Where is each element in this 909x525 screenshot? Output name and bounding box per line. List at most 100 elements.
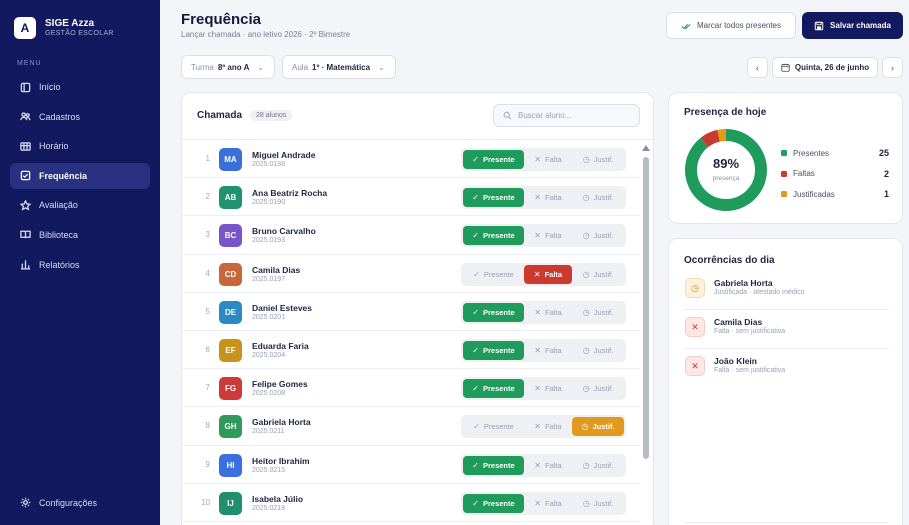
clock-icon: ◷	[582, 345, 590, 355]
occurrences-card: Ocorrências do dia ◷ Gabriela Horta Justif…	[668, 238, 903, 525]
brand[interactable]: A SIGE Azza GESTÃO ESCOLAR	[14, 17, 114, 39]
clock-icon: ◷	[582, 498, 590, 508]
present-label: Presente	[483, 384, 515, 394]
avatar: EF	[219, 338, 242, 362]
sidebar-item-inicio[interactable]: Início	[10, 74, 150, 100]
table-row: 7 FG Felipe Gomes 2025.0208 ✓ Presente ✕ Falta ◷…	[182, 369, 640, 408]
present-option[interactable]: ✓ Presente	[463, 340, 524, 360]
turma-select[interactable]: Turma 8º ano A ⌄	[181, 55, 275, 79]
check-icon: ✓	[472, 345, 479, 355]
attendance-toggle: ✓ Presente ✕ Falta ◷ Justif.	[461, 148, 626, 171]
present-option[interactable]: ✓ Presente	[463, 455, 524, 475]
present-option[interactable]: ✓ Presente	[463, 188, 524, 208]
present-option[interactable]: ✓ Presente	[463, 265, 524, 284]
close-icon: ✕	[534, 422, 541, 432]
justified-option[interactable]: ◷ Justif.	[572, 417, 624, 437]
occurrence-item[interactable]: ✕ João Klein Falta · sem justificativa	[684, 349, 889, 388]
close-icon: ✕	[534, 498, 541, 508]
avatar: IJ	[219, 491, 242, 515]
absent-option[interactable]: ✕ Falta	[524, 150, 572, 169]
absent-option[interactable]: ✕ Falta	[524, 456, 572, 475]
present-label: Presente	[483, 231, 515, 241]
justified-label: Justif.	[593, 384, 614, 394]
aula-label: Aula	[292, 62, 309, 72]
sidebar-item-biblioteca[interactable]: Biblioteca	[10, 222, 150, 248]
aula-select[interactable]: Aula 1º · Matemática ⌄	[282, 55, 396, 79]
mark-all-present-button[interactable]: Marcar todos presentes	[666, 12, 796, 39]
absent-option[interactable]: ✕ Falta	[524, 341, 572, 360]
roll-call-card: Chamada 28 alunos Buscar aluno... 1 MA Mig…	[181, 92, 654, 525]
scroll-thumb[interactable]	[643, 157, 649, 459]
sidebar-item-relatorios[interactable]: Relatórios	[10, 252, 150, 278]
sidebar-item-label: Cadastros	[39, 111, 81, 122]
present-option[interactable]: ✓ Presente	[463, 150, 524, 169]
student-name: Bruno Carvalho	[252, 226, 316, 237]
justified-option[interactable]: ◷ Justif.	[572, 494, 624, 513]
absent-option[interactable]: ✕ Falta	[524, 494, 572, 513]
present-option[interactable]: ✓ Presente	[463, 379, 524, 399]
present-option[interactable]: ✓ Presente	[463, 226, 524, 246]
justified-option[interactable]: ◷ Justif.	[572, 341, 624, 360]
clock-icon: ◷	[582, 155, 590, 164]
present-option[interactable]: ✓ Presente	[463, 493, 524, 513]
save-roll-button[interactable]: Salvar chamada	[802, 12, 903, 39]
present-label: Presente	[483, 498, 515, 508]
occurrence-name: Gabriela Horta	[714, 278, 773, 288]
justified-option[interactable]: ◷ Justif.	[572, 150, 624, 169]
roll-call-title: Chamada	[197, 110, 243, 121]
avatar: DE	[219, 300, 242, 324]
next-date-button[interactable]: ›	[882, 57, 903, 78]
absent-option[interactable]: ✕ Falta	[524, 264, 572, 284]
close-icon: ✕	[533, 269, 541, 279]
chevron-down-icon: ⌄	[378, 62, 385, 72]
avatar: CD	[219, 262, 242, 286]
present-option[interactable]: ✓ Presente	[463, 417, 524, 436]
absent-option[interactable]: ✕ Falta	[524, 379, 572, 398]
sidebar-item-frequencia[interactable]: Frequência	[10, 162, 150, 189]
sidebar-item-cadastros[interactable]: Cadastros	[10, 104, 150, 130]
justified-option[interactable]: ◷ Justif.	[572, 188, 624, 207]
legend-item: Justificadas 1	[781, 184, 889, 205]
occurrence-description: Falta · sem justificativa	[714, 367, 786, 374]
save-icon	[814, 21, 824, 30]
justified-option[interactable]: ◷ Justif.	[572, 265, 624, 284]
sidebar-item-avaliacao[interactable]: Avaliação	[10, 192, 150, 218]
student-id: 2025.0204	[252, 351, 286, 359]
student-search-input[interactable]: Buscar aluno...	[493, 104, 640, 127]
sidebar-item-configuracoes[interactable]: Configurações	[20, 497, 97, 508]
check-icon: ✓	[473, 269, 480, 279]
absent-option[interactable]: ✕ Falta	[524, 417, 572, 436]
row-number: 5	[205, 306, 210, 316]
home-icon	[20, 82, 31, 93]
justified-option[interactable]: ◷ Justif.	[572, 456, 624, 475]
present-option[interactable]: ✓ Presente	[463, 302, 524, 322]
occurrences-title: Ocorrências do dia	[684, 255, 775, 266]
legend-value: 2	[883, 168, 889, 179]
table-row: 8 GH Gabriela Horta 2025.0211 ✓ Presente ✕ Falt…	[182, 407, 640, 446]
absent-option[interactable]: ✕ Falta	[524, 226, 572, 245]
close-icon: ✕	[534, 193, 541, 203]
student-id: 2025.0197	[252, 275, 286, 283]
absent-option[interactable]: ✕ Falta	[524, 303, 572, 322]
absent-option[interactable]: ✕ Falta	[524, 188, 572, 207]
justified-option[interactable]: ◷ Justif.	[572, 226, 624, 245]
check-icon: ✓	[472, 155, 479, 164]
clock-icon: ◷	[582, 460, 590, 470]
scroll-up-arrow[interactable]	[642, 145, 650, 151]
table-row: 10 IJ Isabela Júlio 2025.0218 ✓ Presente ✕ Falt…	[182, 484, 640, 522]
date-picker[interactable]: Quinta, 26 de junho	[772, 57, 878, 78]
occurrence-item[interactable]: ✕ Camila Dias Falta · sem justificativa	[684, 310, 889, 349]
prev-date-button[interactable]: ‹	[747, 57, 768, 78]
avatar: AB	[219, 186, 242, 210]
brand-subtitle: GESTÃO ESCOLAR	[45, 30, 114, 37]
justified-option[interactable]: ◷ Justif.	[572, 379, 624, 398]
occurrence-item[interactable]: ◷ Gabriela Horta Justificada · atestado mé…	[684, 271, 889, 310]
student-name: Eduarda Faria	[252, 340, 309, 351]
sidebar-item-label: Início	[39, 82, 61, 92]
sidebar-item-horario[interactable]: Horário	[10, 133, 150, 159]
student-name: Miguel Andrade	[252, 150, 316, 160]
justified-option[interactable]: ◷ Justif.	[572, 303, 624, 322]
student-id: 2025.0190	[252, 199, 286, 207]
scrollbar[interactable]	[642, 145, 650, 525]
bar-chart-icon	[20, 259, 31, 270]
